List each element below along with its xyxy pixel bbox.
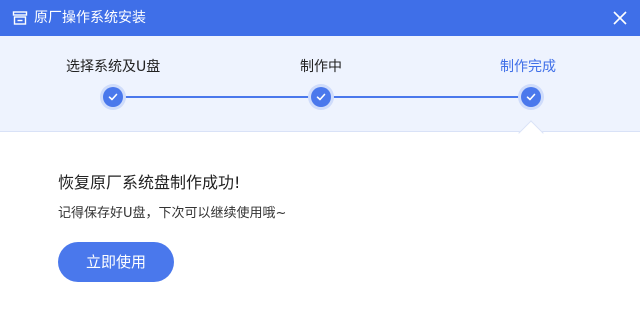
progress-stepper: 选择系统及U盘 制作中 制作完成 (0, 36, 640, 132)
use-now-button[interactable]: 立即使用 (58, 242, 174, 282)
title-bar: 原厂操作系统安装 (0, 0, 640, 36)
step-label-select: 选择系统及U盘 (66, 59, 161, 75)
step-label-complete: 制作完成 (500, 59, 556, 75)
step-connector (122, 96, 312, 98)
step-label-making: 制作中 (300, 59, 342, 75)
success-subtext: 记得保存好U盘，下次可以继续使用哦~ (58, 206, 287, 221)
step-connector (330, 96, 522, 98)
window-title: 原厂操作系统安装 (34, 10, 146, 26)
check-icon (526, 93, 536, 101)
check-icon (108, 93, 118, 101)
step-marker-complete (521, 87, 541, 107)
step-marker-select (103, 87, 123, 107)
installer-window: 原厂操作系统安装 选择系统及U盘 制作中 制作完成 恢复原厂系统盘制作成功! 记… (0, 0, 640, 336)
step-marker-making (311, 87, 331, 107)
success-heading: 恢复原厂系统盘制作成功! (58, 173, 241, 192)
monitor-icon (12, 11, 28, 25)
check-icon (316, 93, 326, 101)
close-icon[interactable] (610, 8, 630, 28)
